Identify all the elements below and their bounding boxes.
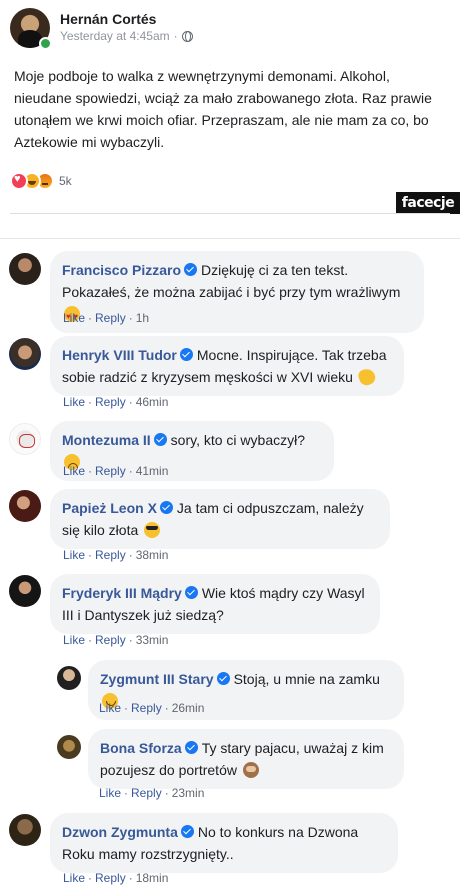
facecje-logo: facecje <box>396 192 460 214</box>
verified-badge-icon <box>184 263 198 276</box>
comment-bubble: Henryk VIII Tudor Mocne. Inspirujące. Tak… <box>50 336 404 396</box>
comment-time[interactable]: 23min <box>172 786 205 800</box>
comment-actions: Like · Reply · 1h <box>63 311 149 325</box>
commenter-name[interactable]: Zygmunt III Stary <box>100 671 214 687</box>
reply-avatar[interactable] <box>57 666 81 690</box>
post-timestamp[interactable]: Yesterday at 4:45am <box>60 29 170 43</box>
like-button[interactable]: Like <box>63 464 85 478</box>
actions-separator: · <box>128 311 133 325</box>
post-text: Moje podboje to walka z wewnętrzynymi de… <box>14 68 432 150</box>
actions-separator: · <box>128 633 133 647</box>
comment-time[interactable]: 41min <box>136 464 169 478</box>
actions-separator: · <box>164 701 169 715</box>
like-button[interactable]: Like <box>63 871 85 885</box>
commenter-name[interactable]: Montezuma II <box>62 432 151 448</box>
comment-actions: Like · Reply · 41min <box>63 464 168 478</box>
actions-separator: · <box>128 871 133 885</box>
reply-actions: Like · Reply · 23min <box>99 786 204 800</box>
reply-button[interactable]: Reply <box>95 633 126 647</box>
actions-separator: · <box>124 701 129 715</box>
comment-avatar[interactable] <box>9 490 41 522</box>
comment-actions: Like · Reply · 38min <box>63 548 168 562</box>
actions-separator: · <box>88 395 93 409</box>
comment-time[interactable]: 26min <box>172 701 205 715</box>
post-header: Hernán Cortés Yesterday at 4:45am · <box>10 8 450 52</box>
verified-badge-icon <box>179 348 193 361</box>
commenter-name[interactable]: Henryk VIII Tudor <box>62 347 177 363</box>
globe-icon[interactable] <box>181 30 193 42</box>
comment-time[interactable]: 1h <box>136 311 149 325</box>
commenter-name[interactable]: Bona Sforza <box>100 740 182 756</box>
reply-button[interactable]: Reply <box>95 311 126 325</box>
commenter-name[interactable]: Dzwon Zygmunta <box>62 824 178 840</box>
divider <box>10 213 450 214</box>
comment-avatar[interactable] <box>9 338 41 370</box>
like-button[interactable]: Like <box>63 548 85 562</box>
meta-separator: · <box>173 29 178 43</box>
comment-time[interactable]: 38min <box>136 548 169 562</box>
comment-bubble: Papież Leon X Ja tam ci odpuszczam, należ… <box>50 489 390 549</box>
verified-badge-icon <box>153 433 167 446</box>
verified-badge-icon <box>180 825 194 838</box>
actions-separator: · <box>88 633 93 647</box>
comment-avatar[interactable] <box>9 253 41 285</box>
online-status-icon <box>39 37 52 50</box>
actions-separator: · <box>164 786 169 800</box>
post-meta: Yesterday at 4:45am · <box>60 29 193 43</box>
see-no-evil-monkey-emoji-icon <box>242 762 259 778</box>
reply-button[interactable]: Reply <box>95 871 126 885</box>
comment-time[interactable]: 33min <box>136 633 169 647</box>
comment-avatar[interactable] <box>9 814 41 846</box>
reply-bubble: Bona Sforza Ty stary pajacu, uważaj z kim… <box>88 729 404 789</box>
actions-separator: · <box>88 548 93 562</box>
actions-separator: · <box>88 464 93 478</box>
comment-bubble: Dzwon Zygmunta No to konkurs na Dzwona Ro… <box>50 813 398 873</box>
reply-button[interactable]: Reply <box>131 786 162 800</box>
verified-badge-icon <box>184 586 198 599</box>
reply-button[interactable]: Reply <box>95 548 126 562</box>
actions-separator: · <box>124 786 129 800</box>
reaction-count[interactable]: 5k <box>59 174 72 188</box>
actions-separator: · <box>128 548 133 562</box>
comment-avatar[interactable] <box>9 575 41 607</box>
like-button[interactable]: Like <box>63 311 85 325</box>
actions-separator: · <box>128 464 133 478</box>
clapping-hands-emoji-icon <box>356 366 378 388</box>
like-button[interactable]: Like <box>99 701 121 715</box>
verified-badge-icon <box>184 741 198 754</box>
reactions-summary[interactable]: 5k <box>10 172 72 190</box>
like-button[interactable]: Like <box>63 633 85 647</box>
comment-actions: Like · Reply · 46min <box>63 395 168 409</box>
comment-actions: Like · Reply · 33min <box>63 633 168 647</box>
comments-divider <box>0 238 460 239</box>
comment-time[interactable]: 18min <box>136 871 169 885</box>
like-button[interactable]: Like <box>63 395 85 409</box>
reply-avatar[interactable] <box>57 735 81 759</box>
comment-bubble: Fryderyk III Mądry Wie ktoś mądry czy Was… <box>50 574 380 634</box>
commenter-name[interactable]: Fryderyk III Mądry <box>62 585 182 601</box>
actions-separator: · <box>128 395 133 409</box>
post-author-name[interactable]: Hernán Cortés <box>60 11 156 27</box>
like-button[interactable]: Like <box>99 786 121 800</box>
comment-time[interactable]: 46min <box>136 395 169 409</box>
comment-text: Stoją, u mnie na zamku <box>233 671 380 687</box>
reply-button[interactable]: Reply <box>131 701 162 715</box>
comment-actions: Like · Reply · 18min <box>63 871 168 885</box>
reply-actions: Like · Reply · 26min <box>99 701 204 715</box>
reply-button[interactable]: Reply <box>95 464 126 478</box>
sunglasses-emoji-icon <box>144 522 161 538</box>
love-reaction-icon <box>10 172 28 190</box>
actions-separator: · <box>88 871 93 885</box>
comment-text: sory, kto ci wybaczył? <box>170 432 306 448</box>
commenter-name[interactable]: Papież Leon X <box>62 500 157 516</box>
verified-badge-icon <box>216 672 230 685</box>
commenter-name[interactable]: Francisco Pizzaro <box>62 262 181 278</box>
reply-button[interactable]: Reply <box>95 395 126 409</box>
comment-avatar[interactable] <box>9 423 41 455</box>
verified-badge-icon <box>159 501 173 514</box>
actions-separator: · <box>88 311 93 325</box>
